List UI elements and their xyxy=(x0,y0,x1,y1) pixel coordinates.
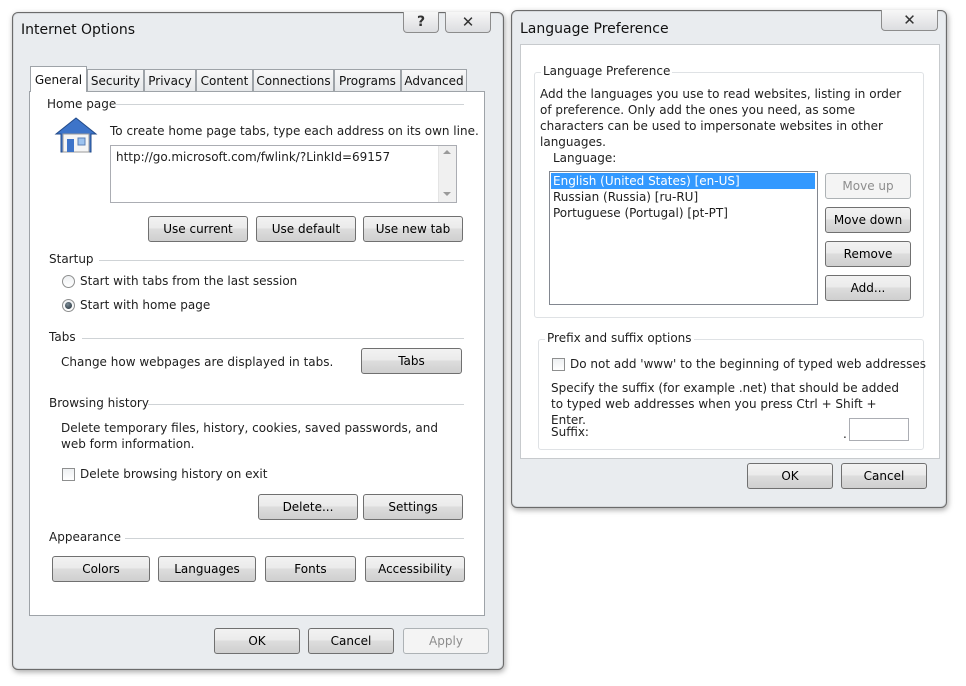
remove-button[interactable]: Remove xyxy=(825,241,911,267)
tab-general[interactable]: General xyxy=(30,66,87,92)
scroll-down-arrow-icon[interactable] xyxy=(443,192,451,196)
language-preference-group-label: Language Preference xyxy=(541,64,673,78)
home-page-url: http://go.microsoft.com/fwlink/?LinkId=6… xyxy=(116,150,391,164)
question-icon: ? xyxy=(416,14,426,30)
tabs-description: Change how webpages are displayed in tab… xyxy=(61,355,334,369)
window-title: Language Preference xyxy=(520,21,669,37)
close-icon: ✕ xyxy=(903,11,916,29)
apply-button[interactable]: Apply xyxy=(403,628,489,654)
home-page-group-label: Home page xyxy=(47,97,117,111)
tab-content[interactable]: Content xyxy=(196,69,253,91)
tab-connections[interactable]: Connections xyxy=(253,69,334,91)
colors-button[interactable]: Colors xyxy=(52,556,150,582)
accessibility-button[interactable]: Accessibility xyxy=(365,556,465,582)
delete-button[interactable]: Delete... xyxy=(258,494,358,520)
browsing-history-description: Delete temporary files, history, cookies… xyxy=(61,421,438,451)
tabs-group-label: Tabs xyxy=(49,330,76,344)
cancel-button[interactable]: Cancel xyxy=(308,628,394,654)
start-with-tabs-label[interactable]: Start with tabs from the last session xyxy=(80,273,297,289)
tab-advanced[interactable]: Advanced xyxy=(401,69,467,91)
start-with-home-radio[interactable] xyxy=(62,299,75,312)
divider xyxy=(99,260,464,261)
no-www-checkbox[interactable] xyxy=(552,358,565,371)
use-new-tab-button[interactable]: Use new tab xyxy=(363,216,463,242)
cancel-button[interactable]: Cancel xyxy=(841,463,927,489)
language-list-item[interactable]: English (United States) [en-US] xyxy=(553,173,740,189)
use-default-button[interactable]: Use default xyxy=(256,216,356,242)
language-preference-window: Language Preference ✕ Language Preferenc… xyxy=(511,10,947,508)
close-button[interactable]: ✕ xyxy=(445,12,491,33)
divider xyxy=(82,338,464,339)
use-current-button[interactable]: Use current xyxy=(148,216,248,242)
divider xyxy=(114,104,464,105)
delete-on-exit-checkbox[interactable] xyxy=(62,468,75,481)
language-list-item[interactable]: Russian (Russia) [ru-RU] xyxy=(553,189,698,205)
move-down-button[interactable]: Move down xyxy=(825,207,911,233)
scroll-up-arrow-icon[interactable] xyxy=(443,150,451,154)
tab-security[interactable]: Security xyxy=(87,69,144,91)
suffix-label: Suffix: xyxy=(551,425,589,439)
start-with-tabs-radio[interactable] xyxy=(62,275,75,288)
house-icon xyxy=(54,114,98,158)
close-icon: ✕ xyxy=(461,13,475,31)
ok-button[interactable]: OK xyxy=(747,463,833,489)
tab-programs[interactable]: Programs xyxy=(334,69,401,91)
start-with-home-label[interactable]: Start with home page xyxy=(80,297,210,313)
home-page-url-field[interactable]: http://go.microsoft.com/fwlink/?LinkId=6… xyxy=(110,145,457,203)
home-page-instruction: To create home page tabs, type each addr… xyxy=(110,124,479,138)
divider xyxy=(125,538,464,539)
fonts-button[interactable]: Fonts xyxy=(265,556,356,582)
move-up-button[interactable]: Move up xyxy=(825,173,911,199)
language-dialog-body: Language Preference Add the languages yo… xyxy=(520,44,940,459)
languages-button[interactable]: Languages xyxy=(158,556,256,582)
suffix-dot: . xyxy=(843,427,847,441)
history-settings-button[interactable]: Settings xyxy=(363,494,463,520)
internet-options-window: Internet Options ? ✕ General Security Pr… xyxy=(12,12,504,670)
language-list-item[interactable]: Portuguese (Portugal) [pt-PT] xyxy=(553,205,728,221)
tab-privacy[interactable]: Privacy xyxy=(144,69,196,91)
tabs-button[interactable]: Tabs xyxy=(361,348,462,374)
delete-on-exit-label[interactable]: Delete browsing history on exit xyxy=(80,466,267,482)
browsing-history-group-label: Browsing history xyxy=(49,396,149,410)
appearance-group-label: Appearance xyxy=(49,530,122,544)
language-description: Add the languages you use to read websit… xyxy=(540,87,902,149)
no-www-label[interactable]: Do not add 'www' to the beginning of typ… xyxy=(570,356,926,372)
prefix-suffix-group-label: Prefix and suffix options xyxy=(545,331,694,345)
divider xyxy=(148,404,464,405)
suffix-input[interactable] xyxy=(849,418,909,441)
close-button[interactable]: ✕ xyxy=(881,10,938,31)
add-language-button[interactable]: Add... xyxy=(825,275,911,301)
language-label: Language: xyxy=(553,151,617,165)
ok-button[interactable]: OK xyxy=(214,628,300,654)
help-button[interactable]: ? xyxy=(403,12,439,33)
general-tab-page: Home page To create home page tabs, type… xyxy=(29,91,485,616)
language-list[interactable]: English (United States) [en-US] Russian … xyxy=(549,171,818,305)
startup-group-label: Startup xyxy=(49,252,94,266)
url-scrollbar[interactable] xyxy=(438,146,456,202)
window-title: Internet Options xyxy=(21,22,136,38)
